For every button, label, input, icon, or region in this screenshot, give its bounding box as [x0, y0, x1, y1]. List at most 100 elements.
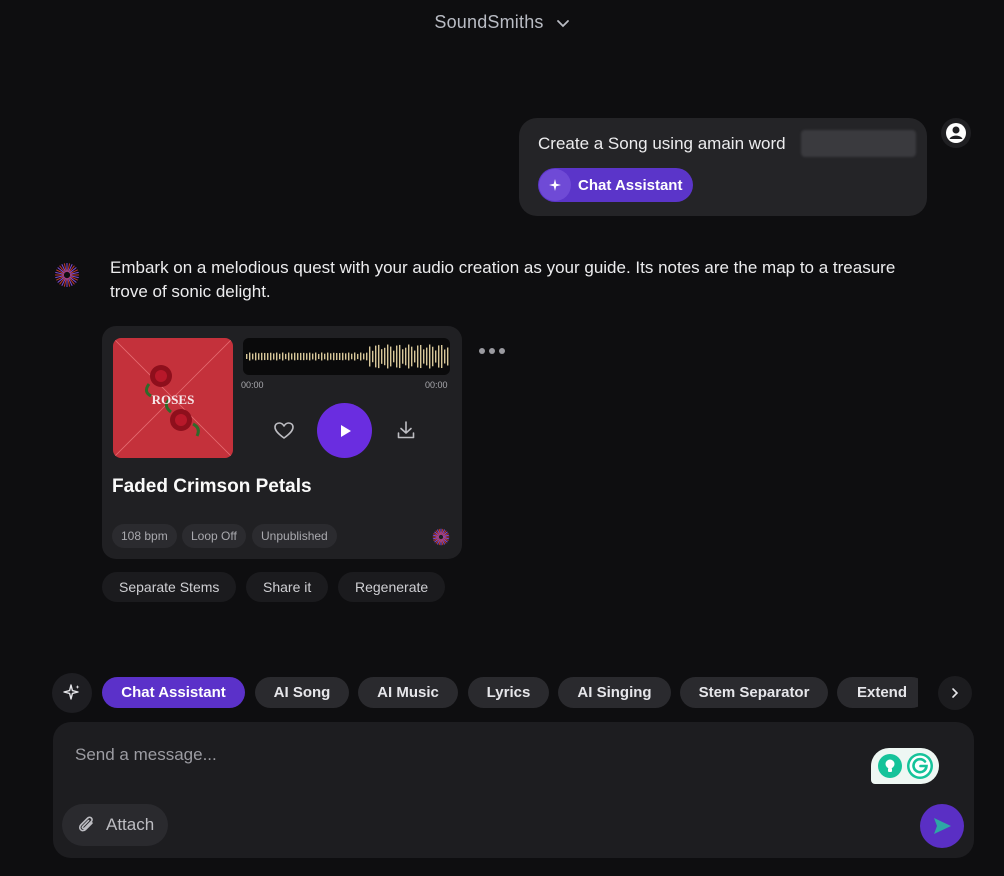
tool-lyrics[interactable]: Lyrics — [468, 677, 549, 708]
current-time: 00:00 — [241, 380, 264, 390]
waveform-bar — [324, 353, 326, 360]
waveform-bar — [321, 352, 323, 361]
waveform-bar — [354, 352, 356, 361]
waveform-bar — [333, 352, 335, 361]
waveform-bar — [309, 352, 311, 361]
waveform-bar — [408, 344, 410, 369]
more-icon-dot — [489, 348, 495, 354]
waveform-bar — [258, 353, 260, 360]
loop-tag: Loop Off — [182, 524, 246, 548]
user-avatar — [941, 118, 971, 148]
song-card: ROSES 00:00 00:00 Faded Crimson Petals 1… — [102, 326, 462, 559]
message-composer: Attach — [53, 722, 974, 858]
waveform-bar — [291, 353, 293, 360]
grammarly-widget[interactable] — [871, 748, 939, 784]
assistant-avatar — [55, 263, 79, 287]
waveform-bar — [252, 353, 254, 360]
waveform-bar — [339, 353, 341, 360]
send-button[interactable] — [920, 804, 964, 848]
waveform-bar — [441, 345, 443, 368]
total-time: 00:00 — [425, 380, 448, 390]
tool-extend[interactable]: Extend — [837, 677, 918, 708]
song-title: Faded Crimson Petals — [112, 476, 312, 497]
waveform-bar — [393, 350, 395, 363]
waveform-bar — [318, 353, 320, 360]
waveform-bar — [417, 345, 419, 368]
waveform-bar — [375, 345, 377, 368]
tool-ai-singing[interactable]: AI Singing — [558, 677, 671, 708]
waveform-bar — [330, 353, 332, 360]
waveform-bar — [402, 349, 404, 364]
sparkle-icon — [539, 169, 571, 201]
cover-text: ROSES — [152, 392, 195, 407]
waveform-bar — [249, 352, 251, 361]
waveform-bar — [306, 353, 308, 360]
waveform-bar — [438, 345, 440, 368]
waveform-bar — [282, 352, 284, 361]
separate-stems-button[interactable]: Separate Stems — [102, 572, 237, 602]
waveform-bar — [426, 347, 428, 366]
waveform-bar — [381, 349, 383, 364]
waveform-bar — [255, 352, 257, 361]
attach-button[interactable]: Attach — [62, 804, 169, 846]
regenerate-button[interactable]: Regenerate — [338, 572, 446, 602]
waveform-bar — [372, 350, 374, 363]
waveform-bar — [303, 352, 305, 361]
send-icon — [934, 818, 951, 834]
waveform-bar — [387, 344, 389, 369]
tool-chat-assistant[interactable]: Chat Assistant — [102, 677, 245, 708]
redacted-text — [801, 130, 916, 157]
waveform-bar — [297, 353, 299, 360]
tool-ai-song[interactable]: AI Song — [255, 677, 349, 708]
more-options-button[interactable] — [479, 348, 505, 354]
waveform-bar — [261, 352, 263, 361]
tool-stem-separator[interactable]: Stem Separator — [680, 677, 828, 708]
waveform-bar — [435, 350, 437, 363]
like-icon[interactable] — [273, 420, 295, 442]
waveform-bar — [276, 352, 278, 361]
waveform-bar — [312, 353, 314, 360]
workspace-selector[interactable]: SoundSmiths — [0, 12, 1004, 33]
share-button[interactable]: Share it — [246, 572, 329, 602]
chevron-down-icon — [556, 19, 569, 27]
waveform-bar — [267, 353, 269, 360]
waveform-bar — [342, 352, 344, 361]
message-input[interactable] — [75, 742, 835, 768]
lightbulb-icon — [877, 754, 902, 778]
tools-button[interactable] — [52, 673, 92, 713]
user-message-mode-chip: Chat Assistant — [538, 168, 693, 202]
waveform-bar — [300, 352, 302, 361]
chevron-right-icon — [952, 688, 959, 698]
tool-ai-music[interactable]: AI Music — [358, 677, 458, 708]
waveform-bar — [273, 353, 275, 360]
waveform-bar — [363, 353, 365, 360]
attach-label: Attach — [106, 815, 155, 834]
paperclip-icon — [78, 816, 93, 832]
mode-chip-label: Chat Assistant — [578, 176, 683, 194]
song-cover-art[interactable]: ROSES — [113, 338, 233, 458]
tool-tabs: Chat Assistant AI Song AI Music Lyrics A… — [102, 677, 918, 709]
waveform-bar — [285, 353, 287, 360]
waveform-bar — [414, 350, 416, 363]
waveform-bar — [336, 352, 338, 361]
waveform-bar — [423, 349, 425, 364]
waveform-bar — [264, 352, 266, 361]
waveform-bar — [432, 346, 434, 367]
waveform-bar — [390, 346, 392, 367]
waveform-bar — [294, 352, 296, 361]
play-button[interactable] — [317, 403, 372, 458]
waveform-bar — [357, 353, 359, 360]
waveform-bar — [345, 353, 347, 360]
waveform-bar — [246, 354, 248, 359]
waveform-bar — [351, 353, 353, 360]
song-waveform[interactable] — [243, 338, 450, 375]
more-icon-dot — [479, 348, 485, 354]
download-icon[interactable] — [395, 419, 417, 441]
play-icon — [340, 424, 351, 437]
waveform-bar — [348, 352, 350, 361]
waveform-bar — [360, 352, 362, 361]
tools-scroll-right-button[interactable] — [938, 676, 972, 710]
waveform-bar — [327, 352, 329, 361]
waveform-bar — [444, 349, 446, 364]
waveform-bar — [411, 346, 413, 367]
